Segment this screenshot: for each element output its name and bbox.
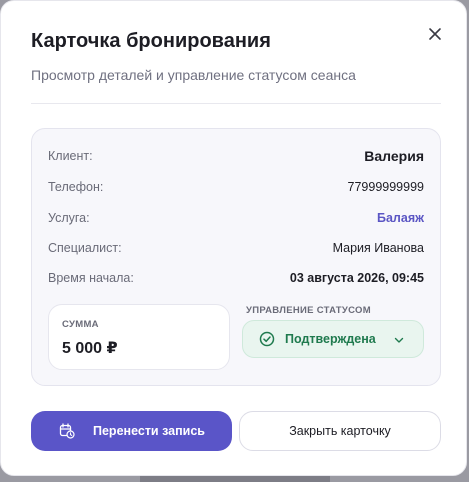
phone-value: 77999999999 (347, 180, 424, 194)
close-icon[interactable] (424, 23, 446, 45)
calendar-clock-icon (59, 423, 75, 439)
background-strip (140, 476, 330, 482)
start-time-row: Время начала: 03 августа 2026, 09:45 (48, 271, 424, 289)
check-circle-icon (259, 331, 275, 347)
status-caption: УПРАВЛЕНИЕ СТАТУСОМ (246, 305, 371, 316)
specialist-value: Мария Иванова (332, 241, 424, 255)
booking-card-modal: Карточка бронирования Просмотр деталей и… (0, 0, 467, 476)
phone-label: Телефон: (48, 180, 104, 194)
service-row: Услуга: Балаяж (48, 211, 424, 229)
start-time-value: 03 августа 2026, 09:45 (289, 271, 424, 285)
chevron-down-icon (394, 337, 404, 343)
header-divider (31, 103, 441, 104)
phone-row: Телефон: 77999999999 (48, 180, 424, 198)
service-value: Балаяж (377, 211, 424, 225)
service-label: Услуга: (48, 211, 90, 225)
status-dropdown[interactable]: Подтверждена (242, 320, 424, 358)
reschedule-button[interactable]: Перенести запись (31, 411, 232, 451)
sum-box: СУММА 5 000 ₽ (48, 304, 230, 370)
close-card-button[interactable]: Закрыть карточку (239, 411, 441, 451)
client-value: Валерия (364, 148, 424, 164)
booking-details-card: Клиент: Валерия Телефон: 77999999999 Усл… (31, 128, 441, 386)
status-value: Подтверждена (285, 332, 376, 346)
reschedule-label: Перенести запись (93, 424, 205, 438)
specialist-label: Специалист: (48, 241, 122, 255)
modal-title: Карточка бронирования (31, 30, 271, 52)
modal-subtitle: Просмотр деталей и управление статусом с… (31, 67, 356, 83)
client-row: Клиент: Валерия (48, 148, 424, 167)
start-time-label: Время начала: (48, 271, 134, 285)
specialist-row: Специалист: Мария Иванова (48, 241, 424, 259)
sum-caption: СУММА (62, 319, 99, 330)
sum-amount: 5 000 ₽ (62, 340, 118, 357)
client-label: Клиент: (48, 149, 93, 163)
